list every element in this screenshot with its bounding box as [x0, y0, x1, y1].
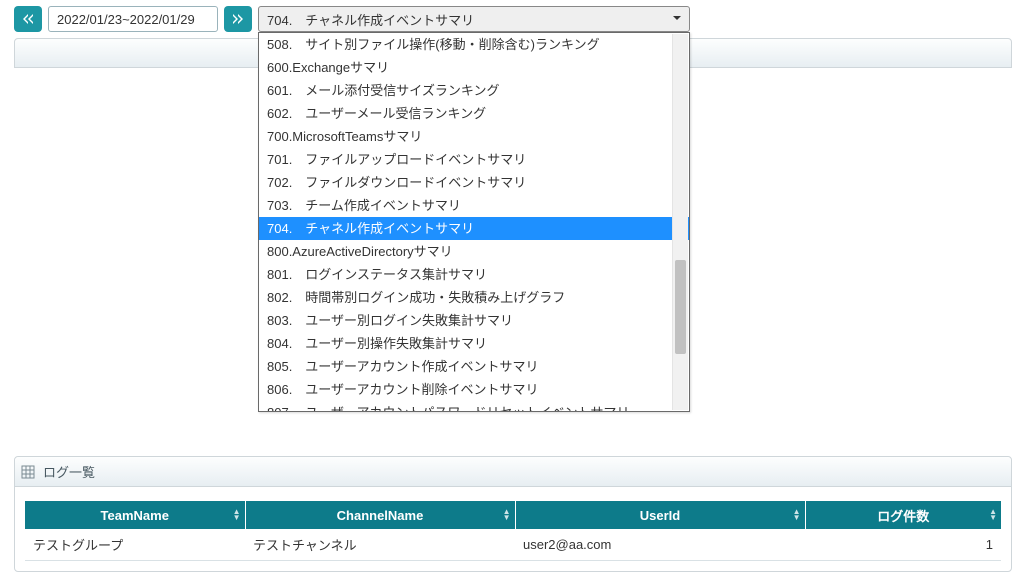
next-week-button[interactable] [224, 6, 252, 32]
dropdown-option[interactable]: 800.AzureActiveDirectoryサマリ [259, 240, 689, 263]
date-range-display[interactable]: 2022/01/23~2022/01/29 [48, 6, 218, 32]
dropdown-scrollbar-thumb[interactable] [675, 260, 686, 354]
log-panel-title: ログ一覧 [43, 462, 95, 481]
dropdown-option[interactable]: 700.MicrosoftTeamsサマリ [259, 125, 689, 148]
dropdown-option[interactable]: 701. ファイルアップロードイベントサマリ [259, 148, 689, 171]
log-panel-header: ログ一覧 [15, 457, 1011, 487]
report-select[interactable]: 704. チャネル作成イベントサマリ [258, 6, 690, 32]
dropdown-option[interactable]: 508. サイト別ファイル操作(移動・削除含む)ランキング [259, 33, 689, 56]
col-userid[interactable]: UserId▲▼ [515, 501, 805, 529]
dropdown-option[interactable]: 805. ユーザーアカウント作成イベントサマリ [259, 355, 689, 378]
cell-teamname: テストグループ [25, 529, 245, 561]
dropdown-option[interactable]: 803. ユーザー別ログイン失敗集計サマリ [259, 309, 689, 332]
col-channelname[interactable]: ChannelName▲▼ [245, 501, 515, 529]
toolbar: 2022/01/23~2022/01/29 704. チャネル作成イベントサマリ… [0, 0, 1026, 32]
double-chevron-left-icon [22, 13, 34, 25]
chevron-down-icon [671, 12, 683, 27]
dropdown-option[interactable]: 600.Exchangeサマリ [259, 56, 689, 79]
dropdown-option[interactable]: 804. ユーザー別操作失敗集計サマリ [259, 332, 689, 355]
dropdown-option[interactable]: 601. メール添付受信サイズランキング [259, 79, 689, 102]
dropdown-option[interactable]: 807. ユーザーアカウントパスワードリセットイベントサマリ [259, 401, 689, 411]
report-select-value: 704. チャネル作成イベントサマリ [267, 10, 474, 29]
sort-icon: ▲▼ [793, 509, 801, 521]
dropdown-option[interactable]: 806. ユーザーアカウント削除イベントサマリ [259, 378, 689, 401]
dropdown-option[interactable]: 802. 時間帯別ログイン成功・失敗積み上げグラフ [259, 286, 689, 309]
table-row: テストグループテストチャンネルuser2@aa.com1 [25, 529, 1001, 561]
report-dropdown: 508. サイト別ファイル操作(移動・削除含む)ランキング600.Exchang… [258, 32, 690, 412]
log-table-header-row: TeamName▲▼ ChannelName▲▼ UserId▲▼ ログ件数▲▼ [25, 501, 1001, 529]
sort-icon: ▲▼ [989, 509, 997, 521]
dropdown-option[interactable]: 704. チャネル作成イベントサマリ [259, 217, 689, 240]
dropdown-option[interactable]: 801. ログインステータス集計サマリ [259, 263, 689, 286]
prev-week-button[interactable] [14, 6, 42, 32]
cell-userid: user2@aa.com [515, 529, 805, 561]
report-select-wrapper: 704. チャネル作成イベントサマリ 508. サイト別ファイル操作(移動・削除… [258, 6, 690, 32]
cell-logcount: 1 [805, 529, 1001, 561]
dropdown-option[interactable]: 602. ユーザーメール受信ランキング [259, 102, 689, 125]
col-teamname[interactable]: TeamName▲▼ [25, 501, 245, 529]
dropdown-option[interactable]: 703. チーム作成イベントサマリ [259, 194, 689, 217]
dropdown-scrollbar[interactable] [672, 34, 688, 410]
grid-icon [21, 465, 35, 479]
cell-channelname: テストチャンネル [245, 529, 515, 561]
date-range-text: 2022/01/23~2022/01/29 [57, 12, 195, 27]
dropdown-option[interactable]: 702. ファイルダウンロードイベントサマリ [259, 171, 689, 194]
sort-icon: ▲▼ [503, 509, 511, 521]
sort-icon: ▲▼ [233, 509, 241, 521]
log-table: TeamName▲▼ ChannelName▲▼ UserId▲▼ ログ件数▲▼… [25, 501, 1001, 561]
log-panel: ログ一覧 TeamName▲▼ ChannelName▲▼ UserId▲▼ ロ… [14, 456, 1012, 572]
double-chevron-right-icon [232, 13, 244, 25]
col-logcount[interactable]: ログ件数▲▼ [805, 501, 1001, 529]
